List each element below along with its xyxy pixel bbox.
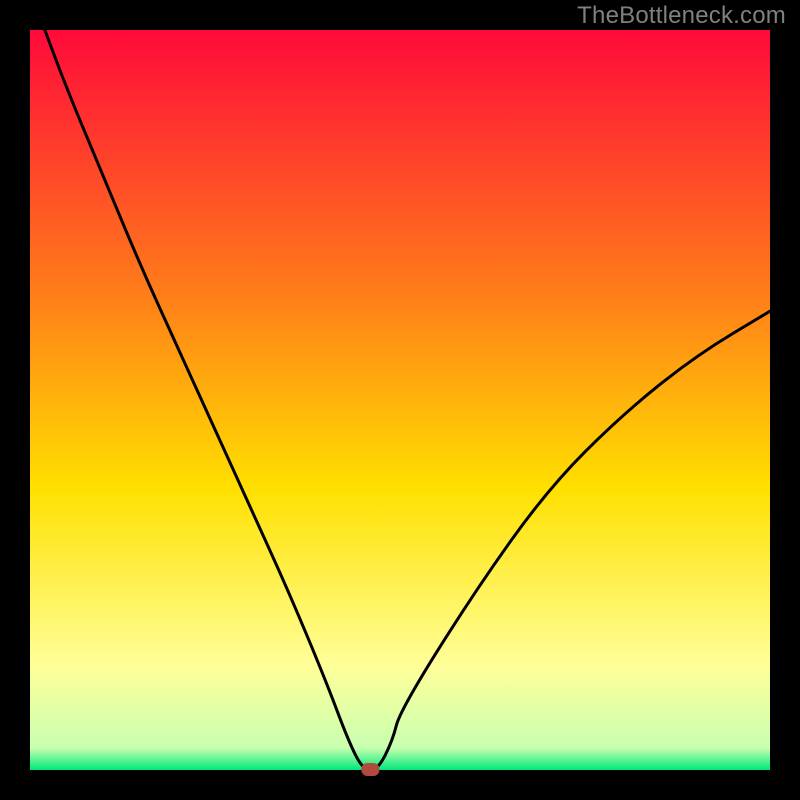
bottleneck-chart — [0, 0, 800, 800]
chart-frame: TheBottleneck.com — [0, 0, 800, 800]
watermark-text: TheBottleneck.com — [577, 2, 786, 30]
minimum-marker — [361, 763, 379, 776]
plot-background — [30, 30, 770, 770]
